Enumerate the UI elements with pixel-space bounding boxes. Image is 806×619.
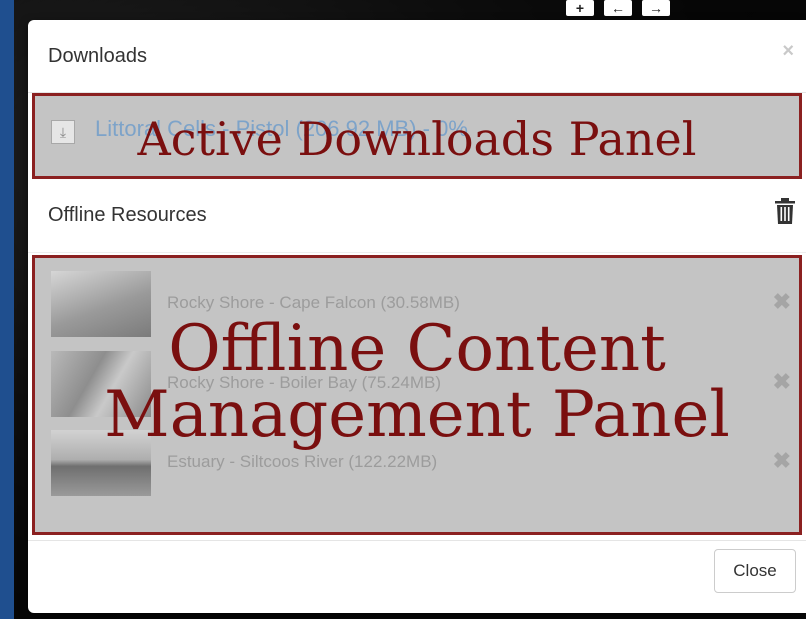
- annotation-line-2: Management Panel: [104, 378, 730, 452]
- downloads-modal: Downloads × ⤓ Littoral Cells - Pistol (2…: [28, 20, 806, 613]
- close-icon[interactable]: ×: [782, 40, 794, 63]
- active-downloads-panel: ⤓ Littoral Cells - Pistol (206.92 MB) - …: [32, 93, 802, 179]
- modal-footer-divider: [28, 540, 806, 541]
- close-button[interactable]: Close: [714, 549, 796, 593]
- offline-resources-title: Offline Resources: [48, 204, 207, 226]
- resource-label: Estuary - Siltcoos River (122.22MB): [167, 452, 438, 471]
- resource-label: Rocky Shore - Cape Falcon (30.58MB): [167, 293, 460, 312]
- map-zoom-in-button[interactable]: +: [566, 0, 594, 16]
- remove-icon[interactable]: ✖: [773, 289, 791, 315]
- map-forward-button[interactable]: →: [642, 0, 670, 16]
- trash-icon[interactable]: [774, 198, 796, 224]
- map-back-button[interactable]: ←: [604, 0, 632, 16]
- modal-title: Downloads: [48, 45, 147, 67]
- offline-content-annotation: Offline Content Management Panel: [35, 316, 799, 448]
- active-downloads-annotation: Active Downloads Panel: [137, 112, 697, 166]
- remove-icon[interactable]: ✖: [773, 448, 791, 474]
- offline-resources-header: Offline Resources: [28, 180, 806, 253]
- modal-header: Downloads ×: [28, 20, 806, 93]
- offline-content-management-panel: Rocky Shore - Cape Falcon (30.58MB) ✖ Ro…: [32, 255, 802, 535]
- annotation-line-1: Offline Content: [168, 312, 666, 386]
- map-controls: + ← →: [566, 0, 670, 16]
